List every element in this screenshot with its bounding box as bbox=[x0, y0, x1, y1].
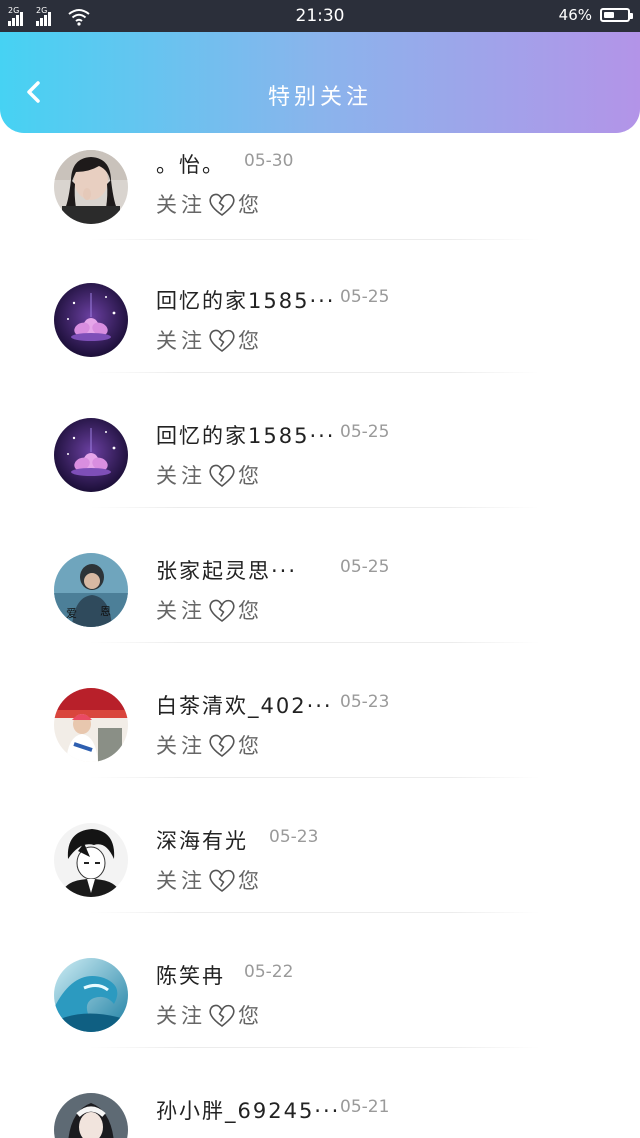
broken-heart-icon bbox=[208, 1002, 236, 1028]
follow-subtitle: 关注 您 bbox=[156, 730, 263, 760]
follow-subtitle: 关注 您 bbox=[156, 325, 263, 355]
battery-icon bbox=[600, 8, 633, 22]
list-divider bbox=[90, 372, 540, 373]
subtitle-text-before: 关注 bbox=[156, 329, 206, 353]
user-name: 孙小胖_69245··· bbox=[156, 1099, 341, 1123]
subtitle-text-after: 您 bbox=[238, 464, 263, 488]
list-divider bbox=[90, 912, 540, 913]
battery-percent: 46% bbox=[558, 6, 592, 24]
follow-date: 05-23 bbox=[269, 827, 319, 847]
subtitle-text-before: 关注 bbox=[156, 599, 206, 623]
list-divider bbox=[90, 507, 540, 508]
header-bar: 特别关注 bbox=[0, 32, 640, 133]
subtitle-text-after: 您 bbox=[238, 734, 263, 758]
avatar[interactable] bbox=[54, 958, 128, 1032]
follow-date: 05-25 bbox=[340, 557, 390, 577]
follow-date: 05-22 bbox=[244, 962, 294, 982]
follow-subtitle: 关注 您 bbox=[156, 1000, 263, 1030]
avatar[interactable] bbox=[54, 688, 128, 762]
follow-date: 05-25 bbox=[340, 287, 390, 307]
subtitle-text-before: 关注 bbox=[156, 193, 206, 217]
broken-heart-icon bbox=[208, 462, 236, 488]
follow-subtitle: 关注 您 bbox=[156, 189, 263, 219]
status-icons-right: 46% bbox=[558, 6, 633, 24]
battery-fill bbox=[604, 12, 614, 18]
subtitle-text-before: 关注 bbox=[156, 734, 206, 758]
follow-date: 05-25 bbox=[340, 422, 390, 442]
user-name: 回忆的家1585··· bbox=[156, 289, 336, 313]
avatar[interactable] bbox=[54, 823, 128, 897]
broken-heart-icon bbox=[208, 732, 236, 758]
user-name: 回忆的家1585··· bbox=[156, 424, 336, 448]
subtitle-text-after: 您 bbox=[238, 1004, 263, 1028]
follow-subtitle: 关注 您 bbox=[156, 460, 263, 490]
subtitle-text-before: 关注 bbox=[156, 1004, 206, 1028]
avatar[interactable] bbox=[54, 150, 128, 224]
subtitle-text-after: 您 bbox=[238, 869, 263, 893]
user-name: 深海有光 bbox=[156, 829, 248, 853]
follow-date: 05-30 bbox=[244, 151, 294, 171]
list-divider bbox=[90, 642, 540, 643]
svg-text:爱: 爱 bbox=[66, 607, 77, 620]
page-title: 特别关注 bbox=[267, 85, 372, 110]
broken-heart-icon bbox=[208, 191, 236, 217]
subtitle-text-before: 关注 bbox=[156, 869, 206, 893]
avatar[interactable]: 爱恩 bbox=[54, 553, 128, 627]
follow-subtitle: 关注 您 bbox=[156, 595, 263, 625]
subtitle-text-before: 关注 bbox=[156, 464, 206, 488]
subtitle-text-after: 您 bbox=[238, 599, 263, 623]
user-name: 张家起灵思··· bbox=[156, 559, 298, 583]
broken-heart-icon bbox=[208, 327, 236, 353]
user-name: 陈笑冉 bbox=[156, 964, 225, 988]
follow-subtitle: 关注 您 bbox=[156, 865, 263, 895]
avatar[interactable] bbox=[54, 283, 128, 357]
list-divider bbox=[90, 1047, 540, 1048]
avatar[interactable] bbox=[54, 418, 128, 492]
user-name: 白茶清欢_402··· bbox=[156, 694, 333, 718]
list-divider bbox=[90, 239, 540, 240]
follow-date: 05-23 bbox=[340, 692, 390, 712]
follow-date: 05-21 bbox=[340, 1097, 390, 1117]
broken-heart-icon bbox=[208, 597, 236, 623]
status-bar: 2G 2G 21:30 46% bbox=[0, 0, 640, 32]
broken-heart-icon bbox=[208, 867, 236, 893]
status-time: 21:30 bbox=[295, 6, 345, 26]
svg-text:恩: 恩 bbox=[100, 605, 111, 618]
user-name: 。怡。 bbox=[156, 153, 225, 177]
subtitle-text-after: 您 bbox=[238, 329, 263, 353]
follow-list: 。怡。 05-30 关注您回忆的家1585··· 05-25 关注您回忆的家1585··… bbox=[0, 133, 640, 1138]
list-divider bbox=[90, 777, 540, 778]
subtitle-text-after: 您 bbox=[238, 193, 263, 217]
avatar[interactable] bbox=[54, 1093, 128, 1138]
